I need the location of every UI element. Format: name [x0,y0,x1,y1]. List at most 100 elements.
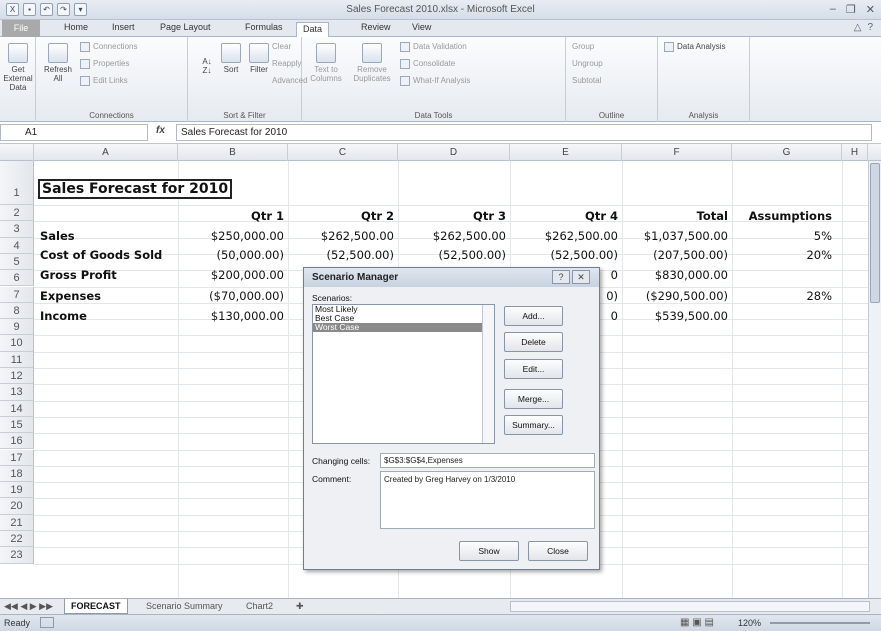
insert-sheet-icon[interactable]: ✚ [290,599,310,614]
scenarios-listbox[interactable]: Most Likely Best Case Worst Case [312,304,495,444]
edit-button[interactable]: Edit... [504,359,563,379]
row-header-12[interactable]: 12 [0,368,34,385]
formula-input[interactable]: Sales Forecast for 2010 [176,124,872,141]
text-to-columns-button[interactable]: Text to Columns [308,43,344,83]
cell-e4[interactable]: (52,500.00) [510,248,618,262]
cell-f5[interactable]: $830,000.00 [622,268,728,282]
cell-b3[interactable]: $250,000.00 [178,229,284,243]
row-header-14[interactable]: 14 [0,400,34,417]
properties-button[interactable]: Properties [80,59,129,69]
row-header-15[interactable]: 15 [0,416,34,434]
restore-icon[interactable]: ❐ [846,3,856,16]
clear-button[interactable]: Clear [272,42,291,51]
row-header-9[interactable]: 9 [0,319,34,336]
scenario-worst-case[interactable]: Worst Case [313,323,494,332]
column-header-e[interactable]: E [510,144,622,161]
row-header-19[interactable]: 19 [0,482,34,499]
cell-g4[interactable]: 20% [732,248,832,262]
remove-duplicates-button[interactable]: Remove Duplicates [350,43,394,83]
cell-b4[interactable]: (50,000.00) [178,248,284,262]
vertical-scrollbar[interactable] [868,161,881,601]
row-header-2[interactable]: 2 [0,205,34,222]
cell-e6-partial[interactable]: 0) [600,289,618,303]
cell-f7[interactable]: $539,500.00 [622,309,728,323]
help-icon[interactable]: ? [867,22,873,33]
edit-links-button[interactable]: Edit Links [80,76,128,86]
ungroup-button[interactable]: Ungroup [572,59,603,68]
cell-c4[interactable]: (52,500.00) [288,248,394,262]
minimize-icon[interactable]: – [830,3,836,16]
sheet-tab-forecast[interactable]: FORECAST [64,599,128,614]
data-validation-button[interactable]: Data Validation [400,42,467,52]
consolidate-button[interactable]: Consolidate [400,59,455,69]
sheet-tab-chart2[interactable]: Chart2 [240,599,279,614]
row-header-17[interactable]: 17 [0,449,34,466]
collapse-ribbon-icon[interactable]: △ [854,22,862,33]
name-box[interactable]: A1 [0,124,148,141]
row-header-13[interactable]: 13 [0,384,34,401]
column-header-b[interactable]: B [178,144,288,161]
insert-function-icon[interactable]: fx [156,125,165,136]
reapply-button[interactable]: Reapply [272,59,301,68]
tab-file[interactable]: File [2,20,40,37]
macro-record-icon[interactable] [40,617,54,628]
tab-insert[interactable]: Insert [110,22,137,37]
row-header-23[interactable]: 23 [0,547,34,564]
cell-f4[interactable]: (207,500.00) [622,248,728,262]
delete-button[interactable]: Delete [504,332,563,352]
row-header-10[interactable]: 10 [0,335,34,352]
cell-d3[interactable]: $262,500.00 [398,229,506,243]
cell-g3[interactable]: 5% [732,229,832,243]
tab-data[interactable]: Data [296,22,330,38]
row-header-18[interactable]: 18 [0,465,34,483]
cell-e7-partial[interactable]: 0 [600,309,618,323]
filter-button[interactable]: Filter [246,43,272,74]
sheet-tab-scenario-summary[interactable]: Scenario Summary [140,599,229,614]
column-header-c[interactable]: C [288,144,398,161]
cell-c3[interactable]: $262,500.00 [288,229,394,243]
row-header-16[interactable]: 16 [0,433,34,450]
get-external-data-button[interactable]: Get External Data [2,43,34,92]
summary-button[interactable]: Summary... [504,415,563,435]
cell-g6[interactable]: 28% [732,289,832,303]
dialog-close-icon[interactable]: ✕ [572,270,590,284]
close-button[interactable]: Close [528,541,588,561]
zoom-level[interactable]: 120% [738,618,761,628]
sheet-nav-icons[interactable]: ◀◀ ◀ ▶ ▶▶ [4,601,53,612]
row-header-3[interactable]: 3 [0,221,34,238]
column-header-f[interactable]: F [622,144,732,161]
column-header-h[interactable]: H [842,144,868,161]
tab-page-layout[interactable]: Page Layout [158,22,213,37]
tab-formulas[interactable]: Formulas [243,22,285,37]
group-button[interactable]: Group [572,42,594,51]
row-header-6[interactable]: 6 [0,270,34,287]
cell-a1-title[interactable]: Sales Forecast for 2010 [37,179,233,199]
column-header-d[interactable]: D [398,144,510,161]
cell-e3[interactable]: $262,500.00 [510,229,618,243]
row-header-11[interactable]: 11 [0,351,34,368]
row-header-7[interactable]: 7 [0,286,34,303]
tab-home[interactable]: Home [62,22,90,37]
row-header-22[interactable]: 22 [0,531,34,548]
row-header-4[interactable]: 4 [0,237,34,254]
tab-review[interactable]: Review [359,22,393,37]
view-buttons[interactable]: ▦ ▣ ▤ [680,617,714,628]
refresh-all-button[interactable]: Refresh All [42,43,74,83]
select-all-corner[interactable] [0,144,34,161]
what-if-button[interactable]: What-If Analysis [400,76,470,86]
horizontal-scrollbar[interactable] [510,601,870,612]
show-button[interactable]: Show [459,541,519,561]
merge-button[interactable]: Merge... [504,389,563,409]
zoom-slider[interactable] [770,622,870,624]
subtotal-button[interactable]: Subtotal [572,76,601,85]
row-header-20[interactable]: 20 [0,498,34,515]
close-icon[interactable]: ✕ [866,3,875,16]
cell-f6[interactable]: ($290,500.00) [622,289,728,303]
list-scrollbar[interactable] [482,305,494,443]
column-header-g[interactable]: G [732,144,842,161]
cell-b5[interactable]: $200,000.00 [178,268,284,282]
connections-button[interactable]: Connections [80,42,137,52]
row-header-1[interactable]: 1 [0,161,34,205]
dialog-help-button[interactable]: ? [552,270,570,284]
sort-az-button[interactable]: A↓ Z↓ [194,57,220,75]
